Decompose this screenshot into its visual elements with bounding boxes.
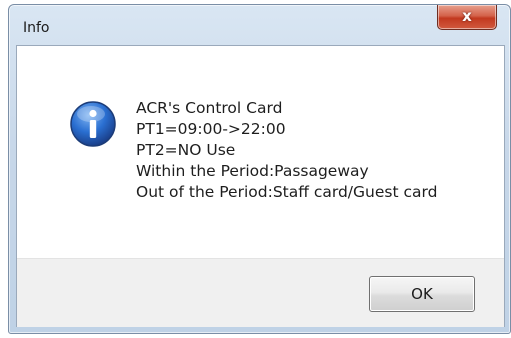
screen: Info x ACR's Control Card PT1=09:00->22:… (0, 0, 511, 338)
message-line: ACR's Control Card (136, 99, 283, 117)
title-bar[interactable]: Info x (9, 5, 510, 45)
close-button[interactable]: x (437, 5, 497, 30)
message-line: PT2=NO Use (136, 141, 236, 159)
info-dialog: Info x ACR's Control Card PT1=09:00->22:… (8, 4, 511, 334)
message-text: ACR's Control Card PT1=09:00->22:00 PT2=… (136, 98, 437, 203)
close-icon: x (462, 7, 472, 25)
info-icon (70, 101, 116, 147)
message-area: ACR's Control Card PT1=09:00->22:00 PT2=… (17, 46, 504, 258)
dialog-content: ACR's Control Card PT1=09:00->22:00 PT2=… (16, 45, 505, 327)
message-line: PT1=09:00->22:00 (136, 120, 286, 138)
dialog-title: Info (23, 20, 50, 36)
message-line: Out of the Period:Staff card/Guest card (136, 183, 438, 201)
ok-button[interactable]: OK (369, 276, 475, 312)
message-line: Within the Period:Passageway (136, 162, 369, 180)
